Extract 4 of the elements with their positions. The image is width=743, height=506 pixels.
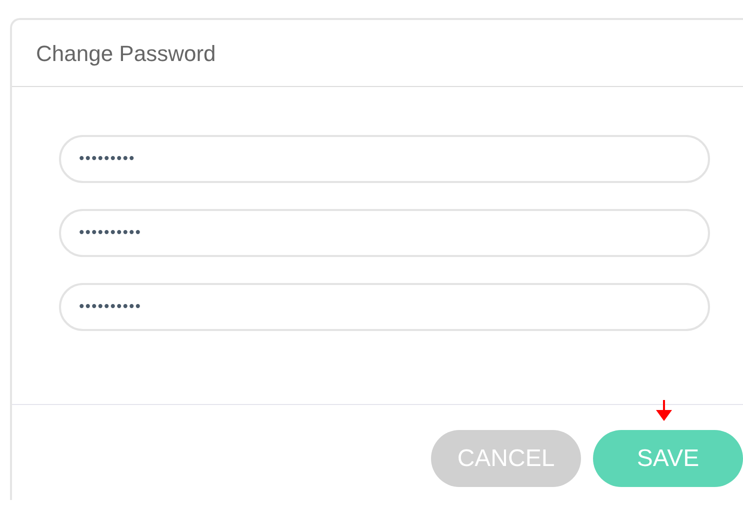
password-field[interactable]: •••••••••• xyxy=(59,283,710,331)
password-field[interactable]: ••••••••• xyxy=(59,135,710,183)
dialog-title: Change Password xyxy=(36,40,216,68)
password-field[interactable]: •••••••••• xyxy=(59,209,710,257)
